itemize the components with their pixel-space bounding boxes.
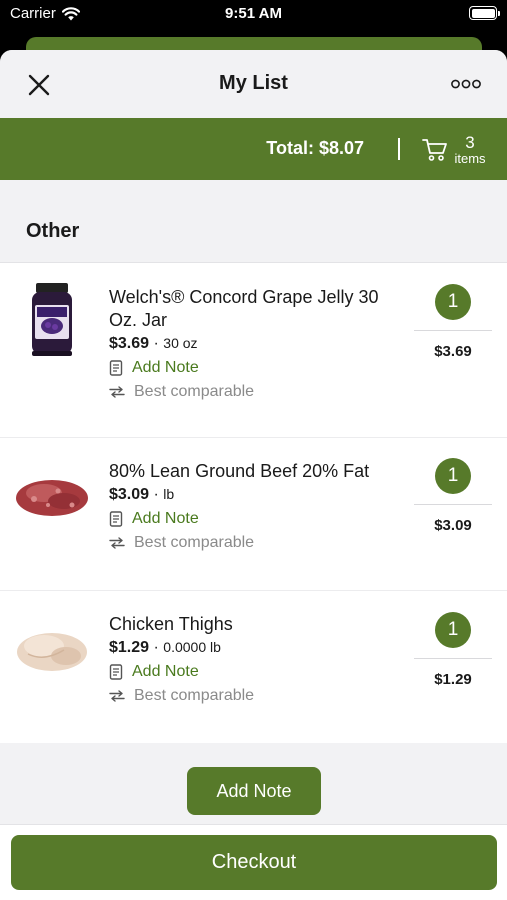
quantity-divider [414,658,492,659]
more-icon[interactable] [451,78,481,90]
list-item[interactable]: Welch's® Concord Grape Jelly 30 Oz. Jar … [0,263,507,438]
quantity-badge[interactable]: 1 [435,458,471,494]
checkout-button[interactable]: Checkout [11,835,497,890]
quantity-divider [414,330,492,331]
quantity-divider [414,504,492,505]
best-comparable-link[interactable]: Best comparable [109,687,387,705]
swap-icon [109,690,125,702]
item-price-row: $3.69 · 30 oz [109,335,387,353]
item-list: Welch's® Concord Grape Jelly 30 Oz. Jar … [0,262,507,743]
quantity-column: 1 $1.29 [414,612,492,688]
best-comparable-link[interactable]: Best comparable [109,534,387,552]
status-time: 9:51 AM [225,5,282,22]
quantity-badge[interactable]: 1 [435,284,471,320]
page-title: My List [219,72,288,94]
line-total: $1.29 [434,671,472,688]
item-info: Welch's® Concord Grape Jelly 30 Oz. Jar … [109,286,387,401]
item-price-row: $3.09 · lb [109,486,387,504]
best-comparable-label: Best comparable [134,534,255,551]
price-separator: · [153,639,159,656]
add-note-link[interactable]: Add Note [109,359,387,377]
cart-count-number: 3 [465,133,475,152]
swap-icon [109,537,125,549]
note-icon [109,511,123,527]
best-comparable-label: Best comparable [134,383,255,400]
item-name[interactable]: Welch's® Concord Grape Jelly 30 Oz. Jar [109,286,387,332]
cart-count-label: items [454,151,486,166]
item-info: Chicken Thighs $1.29 · 0.0000 lb Add Not… [109,613,387,705]
price-separator: · [153,486,159,503]
section-header: Other [0,180,507,262]
add-note-label: Add Note [132,663,199,680]
quantity-badge[interactable]: 1 [435,612,471,648]
item-price: $1.29 [109,639,150,656]
item-price-row: $1.29 · 0.0000 lb [109,639,387,657]
list-item[interactable]: Chicken Thighs $1.29 · 0.0000 lb Add Not… [0,591,507,743]
item-unit: lb [163,486,175,502]
chicken-thighs-image [12,609,92,689]
line-total: $3.69 [434,343,472,360]
best-comparable-label: Best comparable [134,687,255,704]
item-name[interactable]: 80% Lean Ground Beef 20% Fat [109,460,387,483]
add-note-link[interactable]: Add Note [109,663,387,681]
swap-icon [109,386,125,398]
add-note-link[interactable]: Add Note [109,510,387,528]
total-bar: Total: $8.07 3 items [0,118,507,180]
total-amount: Total: $8.07 [266,138,364,158]
quantity-column: 1 $3.09 [414,458,492,534]
cart-icon[interactable] [422,138,448,162]
item-price: $3.09 [109,486,150,503]
nav-header: My List [0,50,507,118]
section-title: Other [26,220,80,242]
grape-jelly-jar-image [12,281,92,361]
add-note-button[interactable]: Add Note [187,767,321,815]
item-price: $3.69 [109,335,150,352]
add-note-label: Add Note [132,359,199,376]
item-info: 80% Lean Ground Beef 20% Fat $3.09 · lb … [109,460,387,552]
status-bar: Carrier 9:51 AM [0,0,507,30]
best-comparable-link[interactable]: Best comparable [109,383,387,401]
note-icon [109,664,123,680]
line-total: $3.09 [434,517,472,534]
item-name[interactable]: Chicken Thighs [109,613,387,636]
quantity-column: 1 $3.69 [414,284,492,360]
list-item[interactable]: 80% Lean Ground Beef 20% Fat $3.09 · lb … [0,438,507,591]
cart-count[interactable]: 3 items [452,134,488,165]
checkout-footer: Checkout [0,824,507,900]
ground-beef-image [12,456,92,536]
item-unit: 0.0000 lb [163,639,221,655]
list-sheet: My List Total: $8.07 3 items Other Welch… [0,50,507,900]
battery-icon [469,6,500,20]
note-icon [109,360,123,376]
total-divider [398,138,400,160]
price-separator: · [153,335,159,352]
add-note-label: Add Note [132,510,199,527]
item-unit: 30 oz [163,335,198,351]
